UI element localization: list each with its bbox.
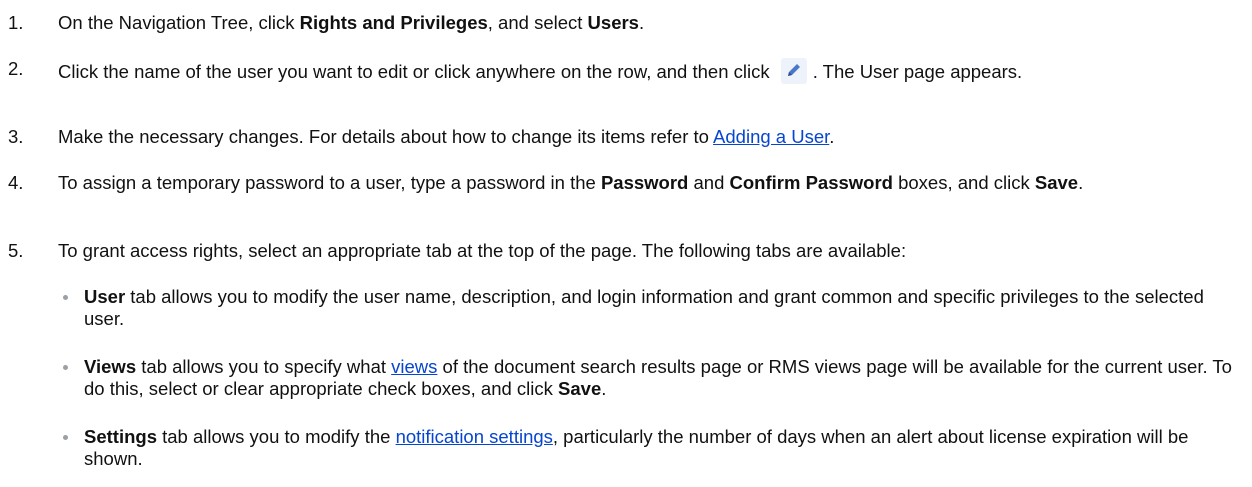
bullet-dot — [63, 295, 68, 300]
step-number: 1. — [8, 12, 24, 33]
step-number: 4. — [8, 172, 24, 193]
step-text: Click the name of the user you want to e… — [58, 58, 1228, 84]
save-term: Save — [1034, 172, 1079, 193]
save-term: Save — [558, 378, 602, 399]
step-text: To assign a temporary password to a user… — [58, 172, 1084, 193]
help-document: 1. On the Navigation Tree, click Rights … — [0, 0, 1252, 487]
step-text: On the Navigation Tree, click Rights and… — [58, 12, 645, 33]
step-number: 5. — [8, 240, 24, 261]
step-text: Make the necessary changes. For details … — [58, 126, 835, 147]
password-term: Password — [600, 172, 689, 193]
notification-settings-link[interactable]: notification settings — [396, 426, 553, 447]
pencil-edit-icon[interactable] — [780, 58, 807, 84]
bullet-text: Settings tab allows you to modify the no… — [84, 426, 1189, 469]
bullet-text: User tab allows you to modify the user n… — [84, 286, 1204, 329]
rights-and-privileges-term: Rights and Privileges — [299, 12, 488, 33]
step-number: 3. — [8, 126, 24, 147]
adding-a-user-link[interactable]: Adding a User — [713, 126, 829, 147]
users-term: Users — [587, 12, 639, 33]
bullet-dot — [63, 435, 68, 440]
step-number: 2. — [8, 58, 24, 79]
bullet-dot — [63, 365, 68, 370]
user-term: User — [84, 286, 126, 307]
views-link[interactable]: views — [391, 356, 437, 377]
confirm-password-term: Confirm Password — [729, 172, 893, 193]
views-term: Views — [84, 356, 137, 377]
bullet-text: Views tab allows you to specify what vie… — [84, 356, 1232, 399]
settings-term: Settings — [84, 426, 157, 447]
step-text: To grant access rights, select an approp… — [58, 240, 907, 261]
